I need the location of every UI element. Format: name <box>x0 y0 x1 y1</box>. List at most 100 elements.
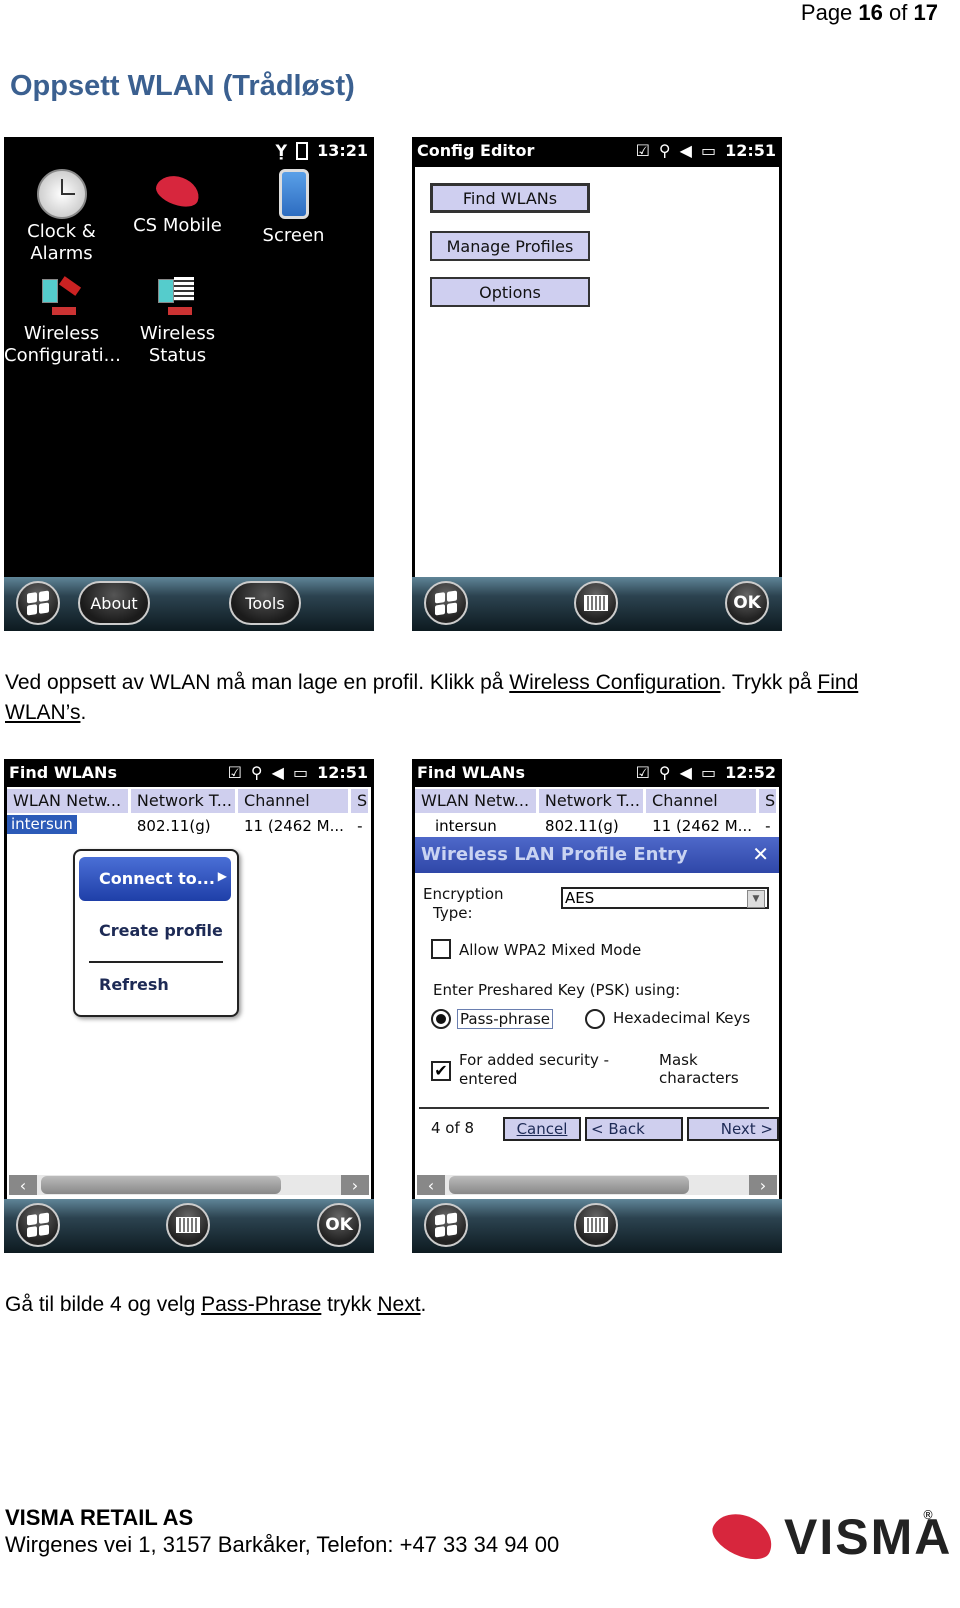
pass-phrase-label: Pass-phrase <box>457 1009 554 1029</box>
connectivity-icon: ⚲ <box>658 762 671 782</box>
divider <box>419 1107 769 1109</box>
app-wireless-status[interactable]: Wireless Status <box>120 277 235 367</box>
dialog-title-bar: Wireless LAN Profile Entry ✕ <box>415 837 779 873</box>
status-bar: Find WLANs ☑ ⚲ ◀ ▭ 12:51 <box>4 759 374 787</box>
keyboard-button[interactable] <box>166 1203 210 1247</box>
screenshot-profile-entry: Find WLANs ☑ ⚲ ◀ ▭ 12:52 WLAN Netw... Ne… <box>412 759 782 1253</box>
wpa2-mixed-mode-checkbox[interactable] <box>431 939 451 959</box>
column-channel[interactable]: Channel <box>238 789 352 813</box>
app-title: Find WLANs <box>9 763 117 782</box>
security-label: For added security - entered <box>459 1051 609 1089</box>
column-signal[interactable]: S <box>351 789 371 813</box>
checkbox-notify-icon: ☑ <box>635 762 650 782</box>
app-label: Alarms <box>30 243 93 264</box>
registered-mark: ® <box>922 1508 934 1522</box>
link-find: Find <box>817 671 859 694</box>
app-cs-mobile[interactable]: CS Mobile <box>120 169 235 237</box>
horizontal-scrollbar[interactable]: ‹ › <box>9 1175 369 1195</box>
select-value: AES <box>565 889 595 907</box>
app-clock-alarms[interactable]: Clock & Alarms <box>4 169 119 265</box>
windows-icon <box>27 590 49 616</box>
soft-key-bar: OK <box>412 577 782 631</box>
hexadecimal-label: Hexadecimal Keys <box>613 1009 751 1027</box>
cancel-button[interactable]: Cancel <box>503 1117 581 1141</box>
find-wlans-button[interactable]: Find WLANs <box>430 183 590 213</box>
keyboard-icon <box>584 1217 608 1233</box>
link-wireless-configuration: Wireless Configuration <box>509 671 721 694</box>
table-row[interactable]: intersun 802.11(g) 11 (2462 M... - <box>415 815 779 839</box>
options-button[interactable]: Options <box>430 277 590 307</box>
scroll-right-icon[interactable]: › <box>341 1175 369 1195</box>
keyboard-button[interactable] <box>574 1203 618 1247</box>
ssid-cell: intersun <box>435 817 497 835</box>
link-pass-phrase: Pass-Phrase <box>201 1293 322 1316</box>
start-button[interactable] <box>16 581 60 625</box>
wireless-config-icon <box>38 276 86 317</box>
column-signal[interactable]: S <box>759 789 779 813</box>
speaker-muted-icon: ◀ <box>679 140 692 160</box>
clock-time: 12:52 <box>725 763 776 782</box>
scroll-thumb[interactable] <box>41 1176 281 1194</box>
encryption-type-select[interactable]: AES ▼ <box>561 887 769 909</box>
windows-icon <box>27 1212 49 1238</box>
table-row[interactable]: intersun 802.11(g) 11 (2462 M... - <box>7 815 371 839</box>
link-wlans: WLAN’s <box>5 701 81 724</box>
ok-button[interactable]: OK <box>725 581 769 625</box>
column-wlan-network[interactable]: WLAN Netw... <box>415 789 539 813</box>
scroll-left-icon[interactable]: ‹ <box>417 1175 445 1195</box>
next-button[interactable]: Next > <box>687 1117 779 1141</box>
content-area: WLAN Netw... Network T... Channel S inte… <box>7 787 371 1199</box>
start-button[interactable] <box>16 1203 60 1247</box>
close-icon[interactable]: ✕ <box>752 842 769 866</box>
scroll-left-icon[interactable]: ‹ <box>9 1175 37 1195</box>
battery-icon: ▭ <box>700 140 717 160</box>
horizontal-scrollbar[interactable]: ‹ › <box>417 1175 777 1195</box>
manage-profiles-button[interactable]: Manage Profiles <box>430 231 590 261</box>
app-wireless-configuration[interactable]: Wireless Configurati... <box>4 276 121 367</box>
clock-time: 12:51 <box>725 141 776 160</box>
menu-item-create-profile[interactable]: Create profile <box>99 921 223 940</box>
psk-label: Enter Preshared Key (PSK) using: <box>433 981 681 999</box>
signal-cell: - <box>765 817 771 835</box>
footer-address: Wirgenes vei 1, 3157 Barkåker, Telefon: … <box>5 1532 560 1557</box>
channel-cell: 11 (2462 M... <box>243 817 344 835</box>
back-button[interactable]: < Back <box>585 1117 683 1141</box>
scroll-thumb[interactable] <box>449 1176 689 1194</box>
column-wlan-network[interactable]: WLAN Netw... <box>7 789 131 813</box>
page-of: of <box>889 0 908 25</box>
signal-cell: - <box>357 817 363 835</box>
label-line: For added security - <box>459 1051 610 1069</box>
column-network-type[interactable]: Network T... <box>538 789 647 813</box>
about-button[interactable]: About <box>78 581 150 625</box>
tools-button[interactable]: Tools <box>229 581 301 625</box>
menu-item-connect-to[interactable]: Connect to... <box>99 869 215 888</box>
app-title: Find WLANs <box>417 763 525 782</box>
label-line: Encryption <box>423 885 504 903</box>
visma-swoosh-icon <box>706 1504 780 1568</box>
content-area: WLAN Netw... Network T... Channel S inte… <box>415 787 779 1199</box>
keyboard-button[interactable] <box>574 581 618 625</box>
keyboard-icon <box>584 595 608 611</box>
dialog-title: Wireless LAN Profile Entry <box>421 844 688 865</box>
app-screen[interactable]: Screen <box>236 169 351 247</box>
text: Ved oppsett av WLAN må man lage en profi… <box>5 671 510 694</box>
soft-key-bar: OK <box>4 1199 374 1253</box>
scroll-right-icon[interactable]: › <box>749 1175 777 1195</box>
text: . <box>420 1293 427 1316</box>
column-channel[interactable]: Channel <box>646 789 760 813</box>
label-line: entered <box>459 1070 518 1088</box>
hexadecimal-radio[interactable] <box>585 1009 605 1029</box>
ok-button[interactable]: OK <box>317 1203 361 1247</box>
wlan-table-header: WLAN Netw... Network T... Channel S <box>415 789 779 813</box>
start-button[interactable] <box>424 581 468 625</box>
pass-phrase-radio[interactable] <box>431 1009 451 1029</box>
app-label: Configurati... <box>4 345 121 366</box>
cs-mobile-icon <box>152 170 203 212</box>
text: Gå til bilde 4 og velg <box>5 1293 202 1316</box>
ssid-cell: intersun <box>7 815 131 839</box>
menu-item-refresh[interactable]: Refresh <box>99 975 169 994</box>
page-total: 17 <box>913 0 938 25</box>
column-network-type[interactable]: Network T... <box>130 789 239 813</box>
mask-characters-checkbox[interactable]: ✔ <box>431 1061 451 1081</box>
start-button[interactable] <box>424 1203 468 1247</box>
